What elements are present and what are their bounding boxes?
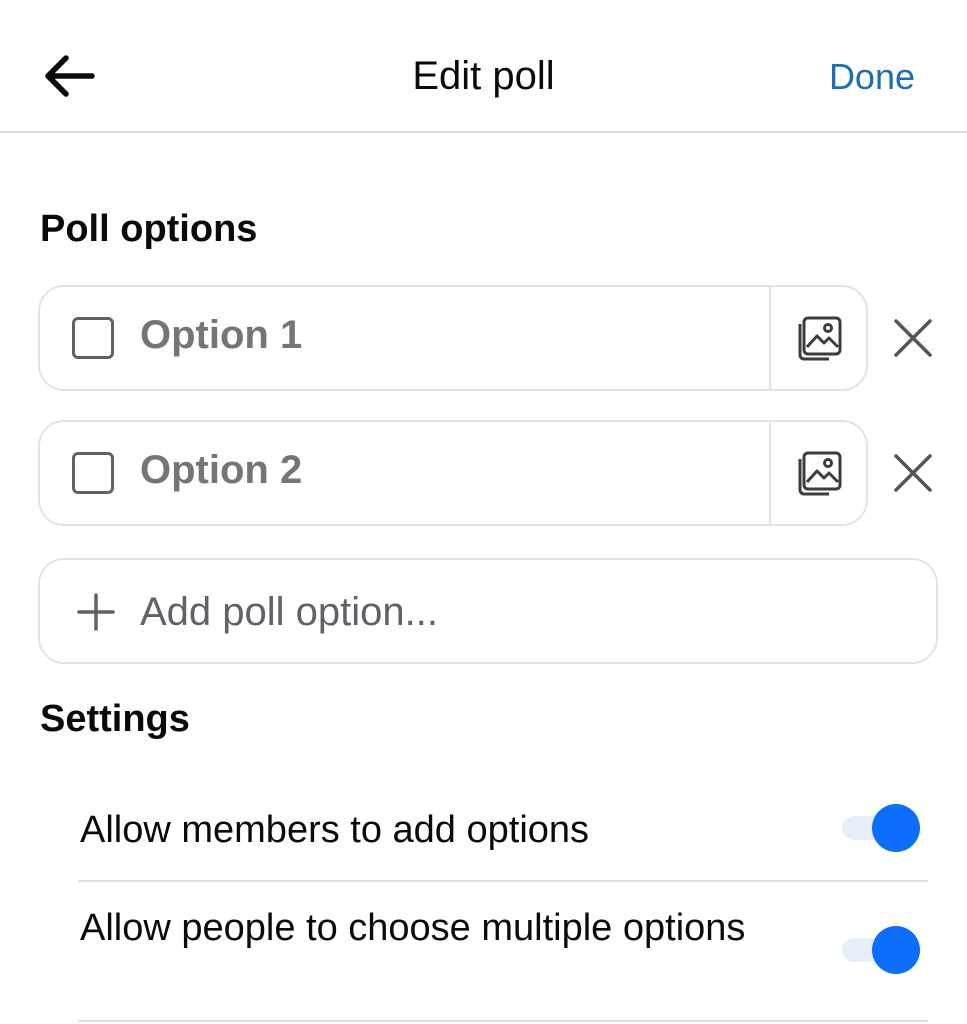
option-2-input[interactable]	[140, 448, 740, 493]
option-2-remove-button[interactable]	[885, 445, 941, 501]
option-1-input[interactable]	[140, 313, 740, 358]
settings-divider	[78, 880, 928, 882]
page-title: Edit poll	[412, 54, 555, 98]
setting-allow-multiple-choice: Allow people to choose multiple options	[80, 904, 928, 1004]
option-2-checkbox[interactable]	[72, 452, 114, 494]
add-poll-option-button[interactable]: Add poll option...	[38, 558, 938, 664]
option-1-checkbox[interactable]	[72, 317, 114, 359]
toggle-knob	[872, 926, 920, 974]
plus-icon	[77, 593, 115, 631]
settings-heading: Settings	[40, 698, 190, 740]
setting-allow-add-options: Allow members to add options	[80, 804, 928, 856]
close-icon	[894, 319, 932, 357]
allow-multiple-choice-toggle[interactable]	[842, 926, 920, 974]
poll-option-row-2	[38, 420, 868, 526]
option-2-add-image-button[interactable]	[788, 446, 850, 502]
poll-option-row-1	[38, 285, 868, 391]
option-1-add-image-button[interactable]	[788, 311, 850, 367]
setting-label: Allow people to choose multiple options	[80, 907, 746, 949]
poll-options-heading: Poll options	[40, 208, 258, 250]
allow-add-options-toggle[interactable]	[842, 804, 920, 852]
option-1-divider	[769, 287, 771, 389]
close-icon	[894, 454, 932, 492]
setting-label: Allow members to add options	[80, 809, 590, 851]
toggle-knob	[872, 804, 920, 852]
option-1-remove-button[interactable]	[885, 310, 941, 366]
settings-divider	[78, 1020, 928, 1022]
add-image-icon	[798, 451, 842, 496]
option-2-divider	[769, 422, 771, 524]
add-poll-option-label: Add poll option...	[140, 590, 438, 634]
add-image-icon	[798, 316, 842, 361]
done-button[interactable]: Done	[829, 56, 915, 98]
top-bar: Edit poll Done	[0, 0, 967, 133]
